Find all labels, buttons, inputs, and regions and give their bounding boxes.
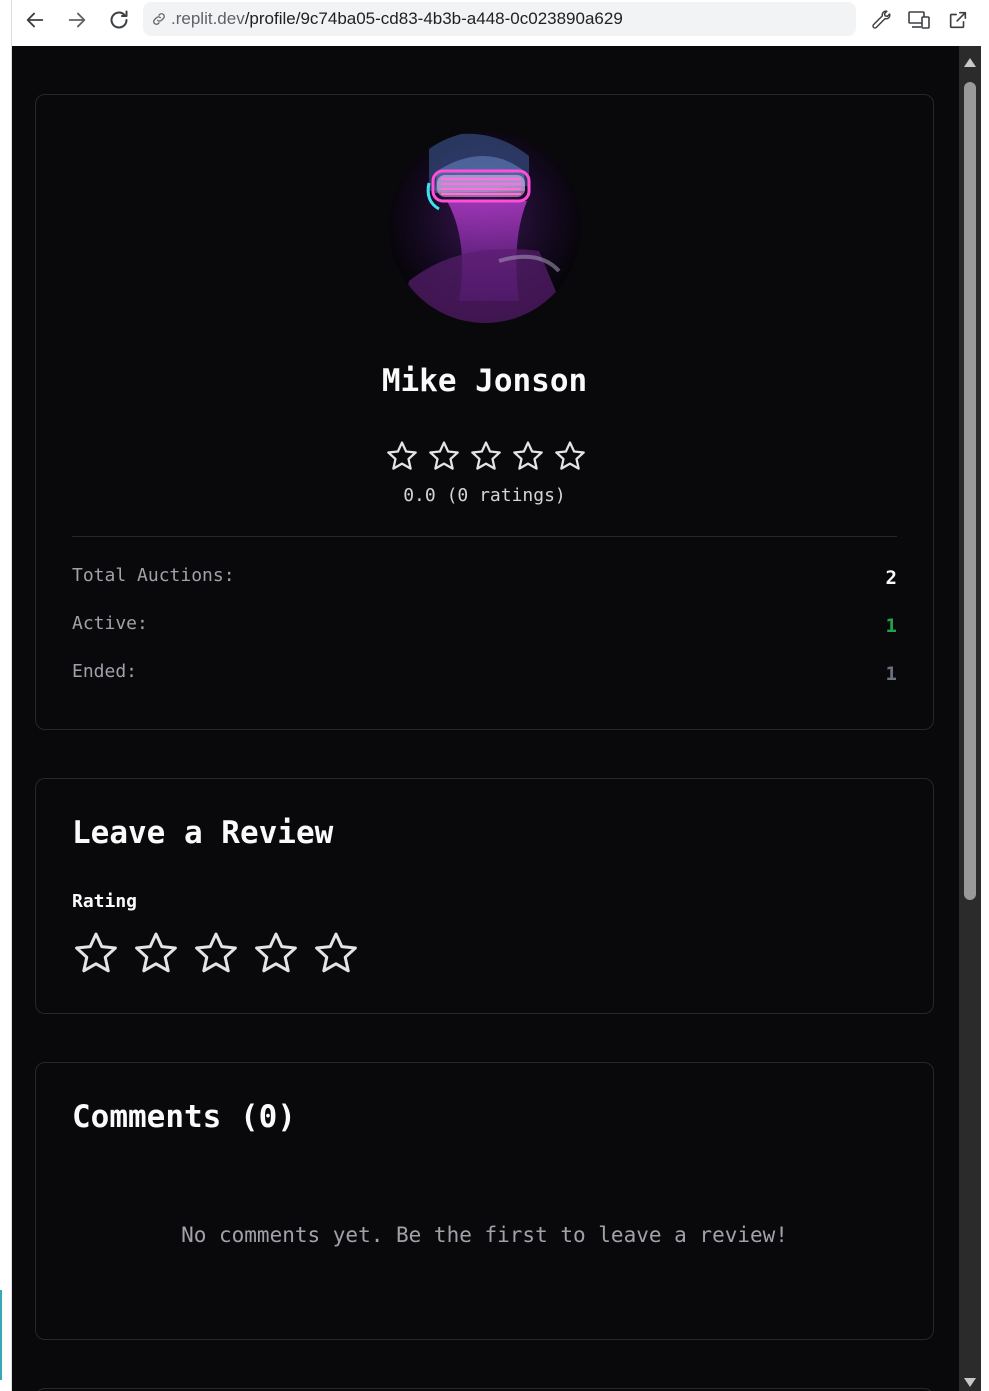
reload-button[interactable] — [105, 6, 133, 34]
arrow-right-icon — [68, 12, 86, 28]
devices-icon — [908, 11, 930, 29]
comments-empty-state: No comments yet. Be the first to leave a… — [181, 1223, 788, 1247]
back-button[interactable] — [21, 6, 49, 34]
stat-label: Ended: — [72, 661, 138, 682]
url-path: /profile/9c74ba05-cd83-4b3b-a448-0c02389… — [244, 9, 623, 28]
rating-label: Rating — [72, 891, 138, 912]
star-rating-5-icon[interactable] — [312, 929, 360, 977]
wrench-icon — [872, 10, 891, 29]
comments-card: Comments (0) No comments yet. Be the fir… — [35, 1062, 934, 1340]
reload-icon — [110, 10, 128, 29]
star-rating-1-icon[interactable] — [72, 929, 120, 977]
scrollbar-thumb[interactable] — [964, 82, 976, 900]
avatar — [389, 131, 581, 323]
open-new-window-button[interactable] — [944, 6, 972, 34]
star-outline-icon — [387, 441, 417, 470]
edge-accent — [0, 1290, 2, 1380]
stat-value: 2 — [885, 567, 897, 589]
page-viewport: Mike Jonson 0.0 (0 ratings) Total Auctio… — [12, 46, 959, 1391]
review-title: Leave a Review — [72, 815, 334, 851]
stat-total-auctions: Total Auctions: 2 — [72, 565, 897, 593]
external-link-icon — [949, 11, 967, 29]
scroll-up-arrow-icon[interactable] — [964, 58, 976, 67]
review-card: Leave a Review Rating — [35, 778, 934, 1014]
star-outline-icon — [471, 441, 501, 470]
forward-button[interactable] — [63, 6, 91, 34]
profile-card: Mike Jonson 0.0 (0 ratings) Total Auctio… — [35, 94, 934, 730]
browser-toolbar: .replit.dev/profile/9c74ba05-cd83-4b3b-a… — [12, 0, 982, 40]
scroll-down-arrow-icon[interactable] — [964, 1378, 976, 1387]
stat-value: 1 — [885, 663, 897, 685]
window-edge — [0, 0, 12, 1391]
star-rating-4-icon[interactable] — [252, 929, 300, 977]
rating-summary: 0.0 (0 ratings) — [403, 485, 566, 506]
divider — [72, 536, 897, 537]
review-star-input[interactable] — [72, 929, 360, 977]
profile-name: Mike Jonson — [381, 363, 588, 399]
url-text: .replit.dev/profile/9c74ba05-cd83-4b3b-a… — [171, 9, 623, 29]
stat-label: Active: — [72, 613, 148, 634]
star-rating-3-icon[interactable] — [192, 929, 240, 977]
star-outline-icon — [513, 441, 543, 470]
stat-active: Active: 1 — [72, 613, 897, 641]
star-outline-icon — [429, 441, 459, 470]
devices-button[interactable] — [905, 6, 933, 34]
url-domain: .replit.dev — [171, 9, 245, 28]
star-outline-icon — [555, 441, 585, 470]
devtools-button[interactable] — [866, 6, 894, 34]
link-icon — [151, 11, 167, 27]
address-bar[interactable]: .replit.dev/profile/9c74ba05-cd83-4b3b-a… — [143, 2, 856, 36]
stat-ended: Ended: 1 — [72, 661, 897, 689]
comments-title: Comments (0) — [72, 1099, 296, 1135]
profile-rating-stars — [385, 439, 587, 473]
stat-label: Total Auctions: — [72, 565, 235, 586]
star-rating-2-icon[interactable] — [132, 929, 180, 977]
arrow-left-icon — [26, 12, 44, 28]
stat-value: 1 — [885, 615, 897, 637]
page-scrollbar[interactable] — [959, 46, 981, 1391]
